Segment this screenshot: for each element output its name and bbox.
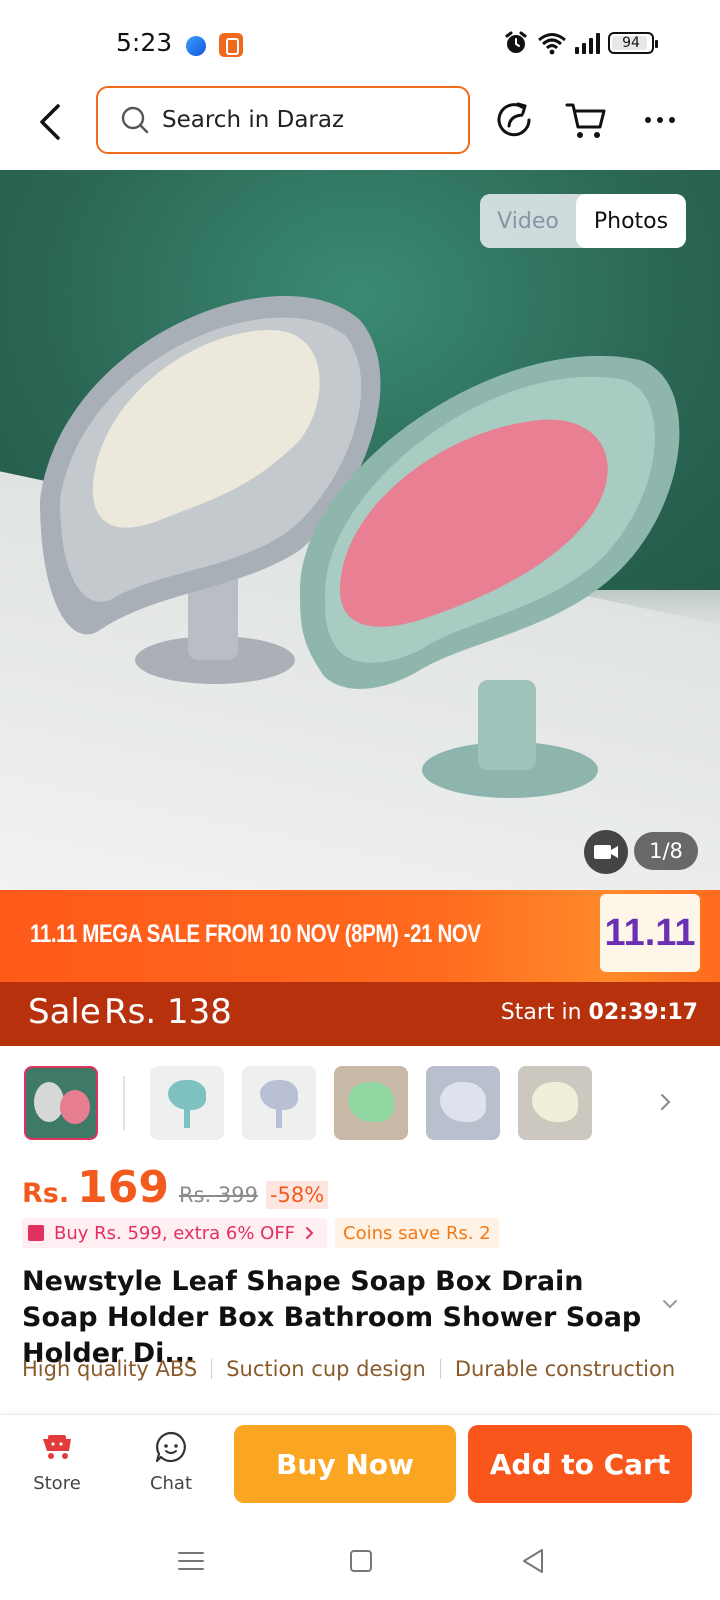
thumbnail-strip — [0, 1066, 720, 1142]
thumbnail-4[interactable] — [334, 1066, 408, 1140]
original-price: Rs. 399 — [178, 1183, 258, 1207]
video-camera-icon[interactable] — [584, 830, 628, 874]
voucher-text: Buy Rs. 599, extra 6% OFF — [54, 1222, 296, 1244]
tab-photos[interactable]: Photos — [576, 194, 686, 248]
bottom-action-bar: Store Chat Buy Now Add to Cart — [0, 1414, 720, 1520]
mega-sale-banner[interactable]: 11.11 MEGA SALE FROM 10 NOV (8PM) -21 NO… — [0, 890, 720, 982]
back-icon[interactable] — [518, 1546, 548, 1576]
wifi-icon — [538, 33, 566, 55]
status-icons: 94 — [503, 30, 658, 56]
feature-tag: High quality ABS — [22, 1357, 198, 1381]
battery-icon: 94 — [608, 32, 658, 54]
coins-promo[interactable]: Coins save Rs. 2 — [335, 1218, 499, 1248]
search-icon — [121, 106, 149, 134]
signal-icon — [575, 32, 600, 54]
feature-tag: Durable construction — [454, 1357, 676, 1381]
search-bar[interactable] — [96, 86, 470, 154]
thumbnail-1[interactable] — [24, 1066, 98, 1140]
sale-countdown: Start in 02:39:17 — [501, 1000, 698, 1025]
feature-separator — [211, 1359, 213, 1379]
tab-video[interactable]: Video — [480, 194, 576, 248]
feature-tags: High quality ABS Suction cup design Dura… — [22, 1352, 720, 1386]
voucher-promo[interactable]: Buy Rs. 599, extra 6% OFF — [22, 1218, 328, 1248]
chat-label: Chat — [149, 1473, 193, 1494]
alarm-icon — [505, 31, 527, 53]
thumbnail-6[interactable] — [518, 1066, 592, 1140]
feature-tag: Suction cup design — [226, 1357, 426, 1381]
thumbnail-2[interactable] — [150, 1066, 224, 1140]
status-bar: 5:23 94 — [0, 0, 720, 84]
countdown-time: 02:39:17 — [588, 1000, 698, 1025]
battery-level: 94 — [622, 35, 640, 51]
system-navigation-bar — [0, 1520, 720, 1600]
app-notification-icon-2 — [219, 33, 243, 57]
chat-button[interactable]: Chat — [136, 1429, 206, 1494]
chat-icon — [155, 1431, 186, 1463]
search-input[interactable] — [162, 107, 442, 133]
buy-now-button[interactable]: Buy Now — [234, 1425, 456, 1503]
sale-logo: 11.11 — [600, 894, 700, 972]
soap-holders-illustration — [40, 295, 680, 798]
status-time: 5:23 — [116, 28, 173, 57]
add-to-cart-button[interactable]: Add to Cart — [468, 1425, 692, 1503]
store-icon — [43, 1435, 71, 1459]
voucher-icon — [28, 1225, 44, 1241]
banner-text: 11.11 MEGA SALE FROM 10 NOV (8PM) -21 NO… — [30, 920, 481, 948]
media-toggle: Video Photos — [480, 194, 686, 248]
app-notification-icon — [186, 36, 206, 56]
cart-icon[interactable] — [564, 98, 608, 142]
price-value: 169 — [77, 1162, 169, 1213]
price-currency: Rs. — [22, 1178, 70, 1209]
chevron-right-icon[interactable] — [652, 1088, 680, 1116]
top-header — [0, 84, 720, 168]
chevron-right-icon — [306, 1227, 314, 1239]
thumbnail-3[interactable] — [242, 1066, 316, 1140]
promo-row: Buy Rs. 599, extra 6% OFF Coins save Rs.… — [22, 1218, 499, 1248]
menu-icon[interactable] — [176, 1546, 206, 1576]
chevron-down-icon[interactable] — [658, 1292, 682, 1316]
countdown-label: Start in — [500, 1000, 582, 1025]
more-icon[interactable] — [638, 98, 682, 142]
thumbnail-5[interactable] — [426, 1066, 500, 1140]
price-row: Rs. 169 Rs. 399 -58% — [22, 1162, 329, 1213]
sale-label: Sale — [28, 992, 101, 1032]
sale-price: Rs. 138 — [104, 992, 232, 1032]
back-arrow-icon[interactable] — [30, 100, 74, 144]
feature-separator — [439, 1359, 441, 1379]
product-image[interactable]: Video Photos 1/8 — [0, 170, 720, 890]
store-label: Store — [33, 1473, 81, 1494]
store-button[interactable]: Store — [22, 1429, 92, 1494]
discount-badge: -58% — [265, 1181, 329, 1209]
home-icon[interactable] — [346, 1546, 376, 1576]
flash-sale-bar: Sale Rs. 138 Start in 02:39:17 — [0, 982, 720, 1046]
thumbnail-divider — [123, 1076, 125, 1130]
image-counter: 1/8 — [634, 832, 698, 870]
share-icon[interactable] — [492, 98, 536, 142]
